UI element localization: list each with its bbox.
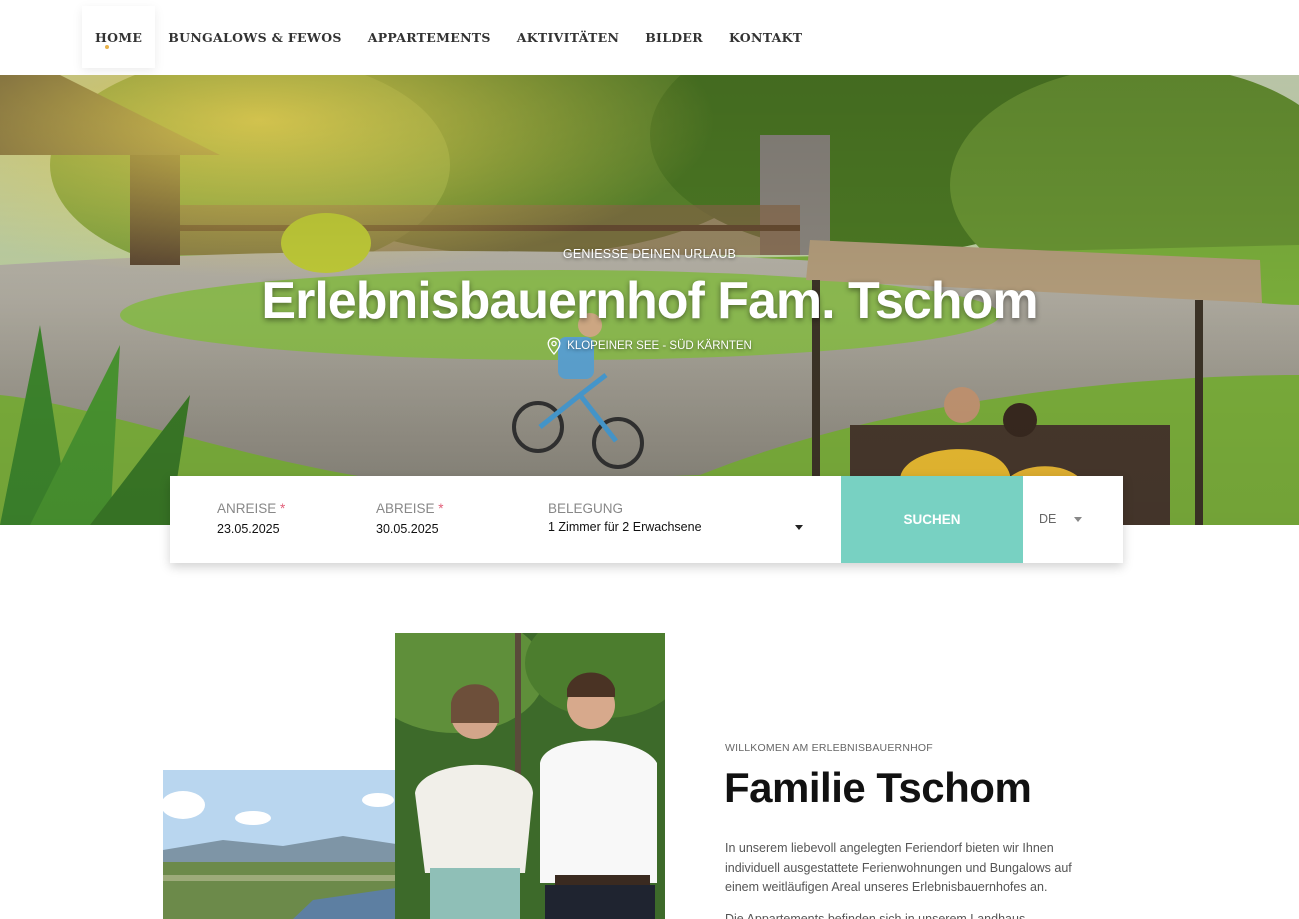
arrival-label: ANREISE *	[217, 501, 286, 516]
hero-location: KLOPEINER SEE - SÜD KÄRNTEN	[0, 337, 1299, 355]
departure-value[interactable]: 30.05.2025	[376, 522, 439, 536]
nav-item-home[interactable]: HOME	[82, 6, 156, 68]
booking-form: ANREISE * 23.05.2025 ABREISE * 30.05.202…	[170, 476, 1123, 563]
language-select[interactable]: DE	[1023, 476, 1123, 563]
occupancy-label: BELEGUNG	[548, 501, 624, 516]
search-button[interactable]: SUCHEN	[841, 476, 1023, 563]
top-navigation: HOME BUNGALOWS & FEWOS APPARTEMENTS AKTI…	[0, 0, 1299, 75]
nav-item-kontakt[interactable]: KONTAKT	[716, 6, 815, 68]
map-pin-icon	[547, 337, 561, 355]
arrival-value[interactable]: 23.05.2025	[217, 522, 280, 536]
arrival-date-field[interactable]: ANREISE * 23.05.2025	[170, 476, 329, 563]
main-menu: HOME BUNGALOWS & FEWOS APPARTEMENTS AKTI…	[82, 6, 815, 68]
hero-banner: GENIESSE DEINEN URLAUB Erlebnisbauernhof…	[0, 75, 1299, 525]
lake-landscape-photo	[163, 770, 396, 919]
required-mark: *	[438, 501, 444, 516]
caret-down-icon[interactable]	[795, 525, 803, 530]
family-portrait-photo	[395, 633, 665, 919]
occupancy-value[interactable]: 1 Zimmer für 2 Erwachsene	[548, 520, 702, 534]
departure-label: ABREISE *	[376, 501, 444, 516]
hero-location-text: KLOPEINER SEE - SÜD KÄRNTEN	[567, 340, 752, 352]
intro-paragraph-2: Die Appartements befinden sich in unsere…	[725, 912, 1026, 919]
intro-kicker: WILLKOMEN AM ERLEBNISBAUERNHOF	[725, 742, 933, 754]
intro-paragraph: In unserem liebevoll angelegten Feriendo…	[725, 841, 1072, 894]
required-mark: *	[280, 501, 286, 516]
nav-item-bilder[interactable]: BILDER	[632, 6, 716, 68]
language-value[interactable]: DE	[1039, 512, 1056, 526]
caret-down-icon[interactable]	[1074, 517, 1082, 522]
hero-kicker: GENIESSE DEINEN URLAUB	[562, 247, 737, 261]
nav-item-appartements[interactable]: APPARTEMENTS	[355, 6, 504, 68]
nav-item-bungalows[interactable]: BUNGALOWS & FEWOS	[155, 6, 354, 68]
intro-title: Familie Tschom	[724, 764, 1032, 811]
nav-item-aktivitaeten[interactable]: AKTIVITÄTEN	[504, 6, 632, 68]
occupancy-select[interactable]: BELEGUNG 1 Zimmer für 2 Erwachsene	[500, 476, 841, 563]
departure-date-field[interactable]: ABREISE * 30.05.2025	[329, 476, 500, 563]
hero-title: Erlebnisbauernhof Fam. Tschom	[261, 272, 1038, 330]
